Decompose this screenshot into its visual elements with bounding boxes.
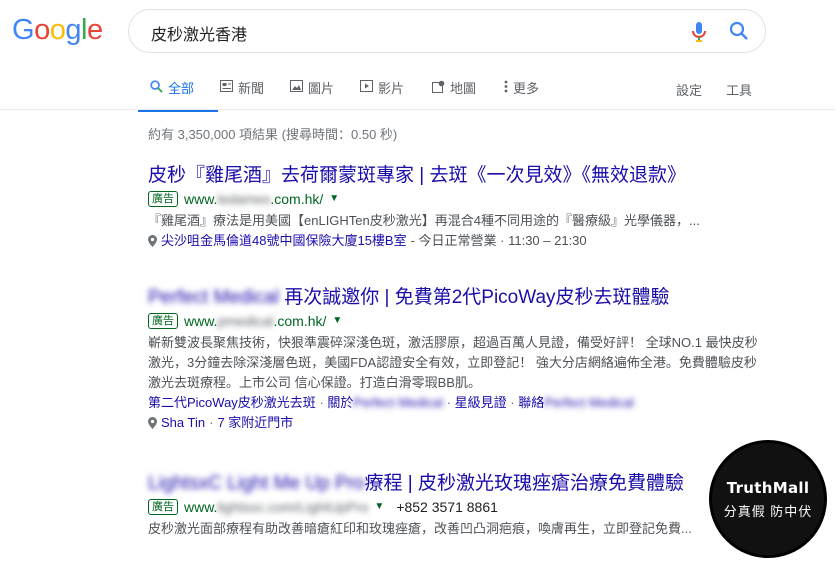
sitelink[interactable]: 星級見證	[455, 395, 507, 410]
result-location: 尖沙咀金馬倫道48號中國保險大廈15樓B室 - 今日正常營業 · 11:30 –…	[148, 231, 758, 251]
video-icon	[360, 80, 373, 92]
ad-badge: 廣告	[148, 191, 178, 207]
dropdown-caret-icon[interactable]: ▼	[332, 311, 342, 331]
ad-badge: 廣告	[148, 313, 178, 329]
dropdown-caret-icon[interactable]: ▼	[329, 189, 339, 209]
sitelinks: 第二代PicoWay皮秒激光去斑 · 關於Perfect Medical · 星…	[148, 395, 634, 410]
url-suffix: .com.hk/	[273, 313, 327, 329]
ad-badge: 廣告	[148, 499, 178, 515]
tab-label: 影片	[378, 81, 405, 96]
blurred-brand: Perfect Medical	[544, 395, 634, 410]
blurred-domain: lightsxc.com/LightUpPro	[217, 499, 369, 515]
result-title[interactable]: Perfect Medical 再次誠邀你 | 免費第2代PicoWay皮秒去斑…	[148, 286, 758, 309]
title-text: 療程 | 皮秒激光玫瑰痤瘡治療免費體驗	[364, 473, 685, 494]
location-address[interactable]: 尖沙咀金馬倫道48號中國保險大廈15樓B室	[161, 231, 407, 251]
search-icon[interactable]	[729, 21, 749, 46]
sitelink[interactable]: 聯絡Perfect Medical	[518, 395, 634, 410]
result-url-line: 廣告 www.pmedical.com.hk/ ▼	[148, 311, 758, 331]
result-url-line: 廣告 www.lightsxc.com/LightUpPro ▼ +852 35…	[148, 497, 758, 517]
ad-result: 皮秒『雞尾酒』去荷爾蒙斑專家 | 去斑《一次見效》《無效退款》 廣告 www.l…	[148, 164, 758, 251]
truthmall-watermark: TruthMall 分真假 防中伏	[709, 440, 827, 558]
result-title[interactable]: LightsxC Light Me Up Pro療程 | 皮秒激光玫瑰痤瘡治療免…	[148, 472, 758, 495]
title-text: 再次誠邀你 | 免費第2代PicoWay皮秒去斑體驗	[278, 287, 670, 308]
result-url[interactable]: www.lightsxc.com/LightUpPro	[184, 497, 368, 517]
blurred-brand: Perfect Medical	[148, 287, 279, 308]
phone-number[interactable]: +852 3571 8861	[396, 497, 498, 517]
logo-letter: g	[65, 14, 81, 46]
logo-letter: e	[86, 14, 103, 46]
tab-label: 圖片	[308, 81, 335, 96]
sitelink-prefix: 關於	[327, 395, 354, 410]
settings-link[interactable]: 設定	[676, 80, 702, 99]
result-url-line: 廣告 www.ledames.com.hk/ ▼	[148, 189, 758, 209]
location-area[interactable]: Sha Tin	[161, 413, 205, 433]
sitelink[interactable]: 關於Perfect Medical	[327, 395, 443, 410]
tools-link[interactable]: 工具	[726, 80, 752, 99]
search-icon	[150, 80, 163, 93]
tab-all[interactable]: 全部	[138, 78, 218, 112]
result-url[interactable]: www.pmedical.com.hk/	[184, 311, 326, 331]
result-snippet: 皮秒激光面部療程有助改善暗瘡紅印和玫瑰痤瘡，改善凹凸洞疤痕，喚膚再生，立即登記免…	[148, 521, 692, 536]
google-logo[interactable]: Google	[12, 14, 103, 48]
url-suffix: .com.hk/	[270, 191, 324, 207]
blurred-domain: ledames	[217, 191, 271, 207]
result-title[interactable]: 皮秒『雞尾酒』去荷爾蒙斑專家 | 去斑《一次見效》《無效退款》	[148, 164, 758, 187]
dropdown-caret-icon[interactable]: ▼	[374, 497, 384, 517]
tab-label: 新聞	[238, 81, 265, 96]
tabs-divider	[0, 109, 835, 110]
logo-letter: o	[49, 14, 66, 46]
microphone-icon[interactable]	[691, 21, 707, 48]
result-location: Sha Tin · 7 家附近門市	[148, 413, 758, 433]
blurred-brand: Perfect Medical	[353, 395, 444, 410]
ad-result: LightsxC Light Me Up Pro療程 | 皮秒激光玫瑰痤瘡治療免…	[148, 472, 758, 539]
tab-label: 更多	[513, 81, 540, 96]
watermark-slogan: 分真假 防中伏	[723, 503, 813, 519]
search-input[interactable]: 皮秒激光香港	[151, 21, 247, 45]
opening-hours: - 今日正常營業 · 11:30 – 21:30	[410, 233, 587, 248]
tab-label: 全部	[168, 81, 195, 96]
ad-result: Perfect Medical 再次誠邀你 | 免費第2代PicoWay皮秒去斑…	[148, 286, 758, 433]
result-snippet: 嶄新雙波長聚焦技術，快狠準震碎深淺色斑，激活膠原，超過百萬人見證，備受好評！ 全…	[148, 335, 758, 390]
sitelink[interactable]: 第二代PicoWay皮秒激光去斑	[148, 395, 316, 410]
url-prefix: www.	[184, 191, 218, 207]
tab-news[interactable]: 新聞	[220, 78, 264, 109]
search-box[interactable]: 皮秒激光香港	[128, 9, 766, 53]
logo-letter: G	[12, 14, 35, 46]
result-snippet: 『雞尾酒』療法是用美國【enLIGHTen皮秒激光】再混合4種不同用途的『醫療級…	[148, 213, 700, 228]
tab-more[interactable]: 更多	[504, 78, 539, 109]
tab-maps[interactable]: 地圖	[432, 78, 476, 109]
sitelink-prefix: 聯絡	[518, 395, 545, 410]
blurred-brand: LightsxC Light Me Up Pro	[148, 473, 365, 494]
location-pin-icon	[148, 417, 157, 429]
url-prefix: www.	[184, 499, 218, 515]
url-prefix: www.	[184, 313, 218, 329]
map-icon	[432, 80, 445, 93]
logo-letter: o	[34, 14, 50, 46]
tab-videos[interactable]: 影片	[360, 78, 404, 109]
watermark-brand: TruthMall	[726, 478, 810, 497]
result-url[interactable]: www.ledames.com.hk/	[184, 189, 323, 209]
blurred-domain: pmedical	[217, 313, 274, 329]
location-pin-icon	[148, 235, 157, 247]
news-icon	[220, 80, 233, 92]
image-icon	[290, 80, 303, 92]
tab-label: 地圖	[450, 81, 477, 96]
result-stats: 約有 3,350,000 項結果 (搜尋時間：0.50 秒)	[148, 127, 398, 142]
nearby-branches[interactable]: 7 家附近門市	[217, 413, 293, 433]
more-vert-icon	[504, 80, 508, 93]
tab-images[interactable]: 圖片	[290, 78, 334, 109]
